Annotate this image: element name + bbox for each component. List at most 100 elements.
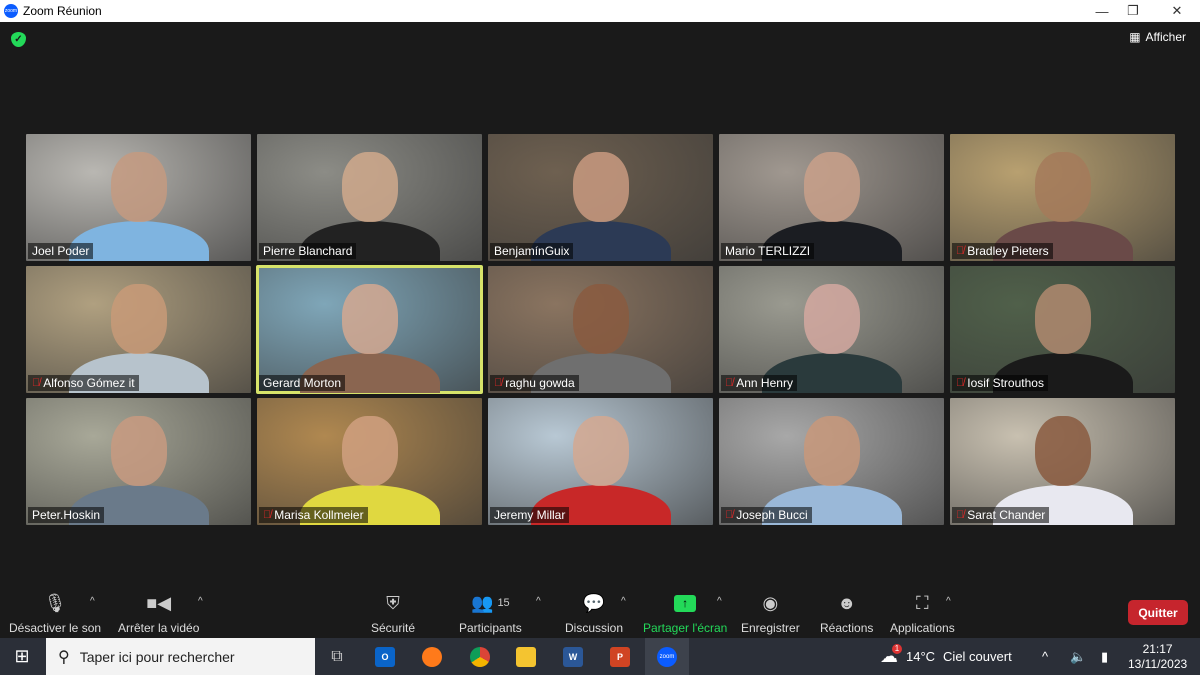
- participant-name: Mario TERLIZZI: [725, 244, 811, 258]
- file-explorer-icon[interactable]: [506, 638, 546, 675]
- security-label: Sécurité: [371, 621, 416, 635]
- participant-tile[interactable]: Jeremy Millar: [488, 398, 713, 525]
- audio-options-caret[interactable]: ^: [90, 596, 95, 607]
- participant-name: Sarat Chander: [967, 508, 1046, 522]
- task-view-icon[interactable]: ⧉: [317, 638, 357, 675]
- search-icon: ⚲: [58, 648, 70, 666]
- share-arrow-icon: ↑: [674, 588, 697, 618]
- participant-video-face: [803, 284, 860, 354]
- zoom-taskbar-icon[interactable]: zoom: [645, 638, 689, 675]
- video-options-caret[interactable]: ^: [198, 596, 203, 607]
- participant-tile[interactable]: 🎙̸ Alfonso Gómez it: [26, 266, 251, 393]
- taskbar-search-input[interactable]: ⚲ Taper ici pour rechercher: [46, 638, 315, 675]
- participant-name: Joseph Bucci: [736, 508, 808, 522]
- participant-video-face: [1034, 152, 1091, 222]
- participant-tile[interactable]: 🎙̸ Marisa Kollmeier: [257, 398, 482, 525]
- participant-name-tag: 🎙̸ Sarat Chander: [952, 507, 1050, 523]
- participant-name: Iosif Strouthos: [967, 376, 1044, 390]
- participant-name: Marisa Kollmeier: [274, 508, 364, 522]
- word-icon[interactable]: W: [553, 638, 593, 675]
- chrome-icon[interactable]: [460, 638, 500, 675]
- search-placeholder: Taper ici pour rechercher: [79, 648, 235, 665]
- participant-count: 15: [497, 597, 510, 609]
- apps-icon: ⛶: [916, 592, 929, 613]
- participant-name: Ann Henry: [736, 376, 793, 390]
- participant-tile[interactable]: 🎙̸ Sarat Chander: [950, 398, 1175, 525]
- volume-icon[interactable]: 🔈: [1070, 638, 1086, 675]
- reactions-button[interactable]: ☻ Réactions: [820, 588, 873, 636]
- participant-video-face: [803, 416, 860, 486]
- encryption-shield-icon[interactable]: ✓: [11, 32, 26, 47]
- record-button[interactable]: ◉ Enregistrer: [741, 588, 800, 636]
- participant-name: BenjamínGuix: [494, 244, 570, 258]
- participant-video-face: [110, 284, 167, 354]
- chat-button[interactable]: 💬 Discussion: [565, 588, 624, 636]
- participant-tile[interactable]: Peter.Hoskin: [26, 398, 251, 525]
- participant-name: Peter.Hoskin: [32, 508, 101, 522]
- participant-tile[interactable]: 🎙̸ Bradley Pieters: [950, 134, 1175, 261]
- participant-name-tag: 🎙̸ Marisa Kollmeier: [259, 507, 368, 523]
- participant-tile[interactable]: Mario TERLIZZI: [719, 134, 944, 261]
- participant-video-face: [803, 152, 860, 222]
- participant-name-tag: Mario TERLIZZI: [721, 243, 815, 259]
- participant-name: Bradley Pieters: [967, 244, 1049, 258]
- outlook-icon[interactable]: O: [365, 638, 405, 675]
- participant-tile[interactable]: Pierre Blanchard: [257, 134, 482, 261]
- participant-name-tag: BenjamínGuix: [490, 243, 574, 259]
- participant-name: Joel Poder: [32, 244, 90, 258]
- participants-button[interactable]: 👥 15 Participants: [459, 588, 522, 636]
- view-button[interactable]: ▦ Afficher: [1129, 30, 1186, 44]
- muted-microphone-icon: 🎙̸: [956, 509, 965, 521]
- chat-label: Discussion: [565, 621, 624, 635]
- chat-bubble-icon: 💬: [582, 592, 606, 613]
- close-button[interactable]: ✕: [1154, 0, 1200, 22]
- participants-caret[interactable]: ^: [536, 596, 541, 607]
- participant-name-tag: 🎙̸ Iosif Strouthos: [952, 375, 1048, 391]
- participant-name: Alfonso Gómez it: [43, 376, 135, 390]
- windows-taskbar: ⊞ ⚲ Taper ici pour rechercher ⧉ O W P zoo…: [0, 638, 1200, 675]
- window-title: Zoom Réunion: [23, 4, 102, 18]
- leave-button[interactable]: Quitter: [1128, 600, 1188, 625]
- participant-tile[interactable]: 🎙̸ raghu gowda: [488, 266, 713, 393]
- participant-name-tag: Gerard Morton: [259, 375, 346, 391]
- participant-tile[interactable]: 🎙̸ Iosif Strouthos: [950, 266, 1175, 393]
- stop-video-button[interactable]: ■◀ Arrêter la vidéo: [118, 588, 199, 636]
- weather-widget[interactable]: ☁ 1 14°C Ciel couvert: [880, 638, 1012, 675]
- participant-name-tag: 🎙̸ Bradley Pieters: [952, 243, 1053, 259]
- participant-tile[interactable]: Joel Poder: [26, 134, 251, 261]
- powerpoint-icon[interactable]: P: [600, 638, 640, 675]
- windows-start-icon[interactable]: ⊞: [2, 638, 42, 675]
- participant-name-tag: Joel Poder: [28, 243, 94, 259]
- apps-button[interactable]: ⛶ Applications: [890, 588, 955, 636]
- apps-caret[interactable]: ^: [946, 596, 951, 607]
- mute-button[interactable]: 🎙 Désactiver le son: [9, 588, 101, 636]
- maximize-button[interactable]: ❐: [1110, 0, 1156, 22]
- share-screen-button[interactable]: ↑ Partager l'écran: [643, 588, 727, 635]
- participant-name-tag: 🎙̸ Ann Henry: [721, 375, 797, 391]
- microphone-icon: 🎙: [43, 592, 67, 613]
- clock-time: 21:17: [1142, 641, 1173, 656]
- firefox-icon[interactable]: [412, 638, 452, 675]
- camera-icon: ■◀: [146, 592, 172, 613]
- participant-tile[interactable]: 🎙̸ Joseph Bucci: [719, 398, 944, 525]
- muted-microphone-icon: 🎙̸: [725, 509, 734, 521]
- participant-name: Pierre Blanchard: [263, 244, 353, 258]
- muted-microphone-icon: 🎙̸: [956, 245, 965, 257]
- chat-caret[interactable]: ^: [621, 596, 626, 607]
- shield-icon: ⛨: [386, 592, 400, 613]
- grid-icon: ▦: [1129, 30, 1141, 44]
- participant-tile[interactable]: 🎙̸ Ann Henry: [719, 266, 944, 393]
- microphone-tray-icon[interactable]: ▮: [1101, 638, 1108, 675]
- hidden-icons-chevron-icon[interactable]: ^: [1042, 638, 1048, 675]
- share-caret[interactable]: ^: [717, 596, 722, 607]
- clock[interactable]: 21:17 13/11/2023: [1128, 638, 1187, 675]
- muted-microphone-icon: 🎙̸: [956, 377, 965, 389]
- meeting-controls: 🎙 Désactiver le son ^ ■◀ Arrêter la vidéo …: [0, 588, 1200, 638]
- participant-video-face: [110, 152, 167, 222]
- participant-tile[interactable]: Gerard Morton: [256, 265, 483, 394]
- video-gallery: Joel Poder Pierre Blanchard BenjamínGuix…: [26, 134, 1175, 525]
- clock-date: 13/11/2023: [1128, 656, 1188, 671]
- participant-tile[interactable]: BenjamínGuix: [488, 134, 713, 261]
- security-button[interactable]: ⛨ Sécurité: [371, 588, 416, 636]
- muted-microphone-icon: 🎙̸: [32, 377, 41, 389]
